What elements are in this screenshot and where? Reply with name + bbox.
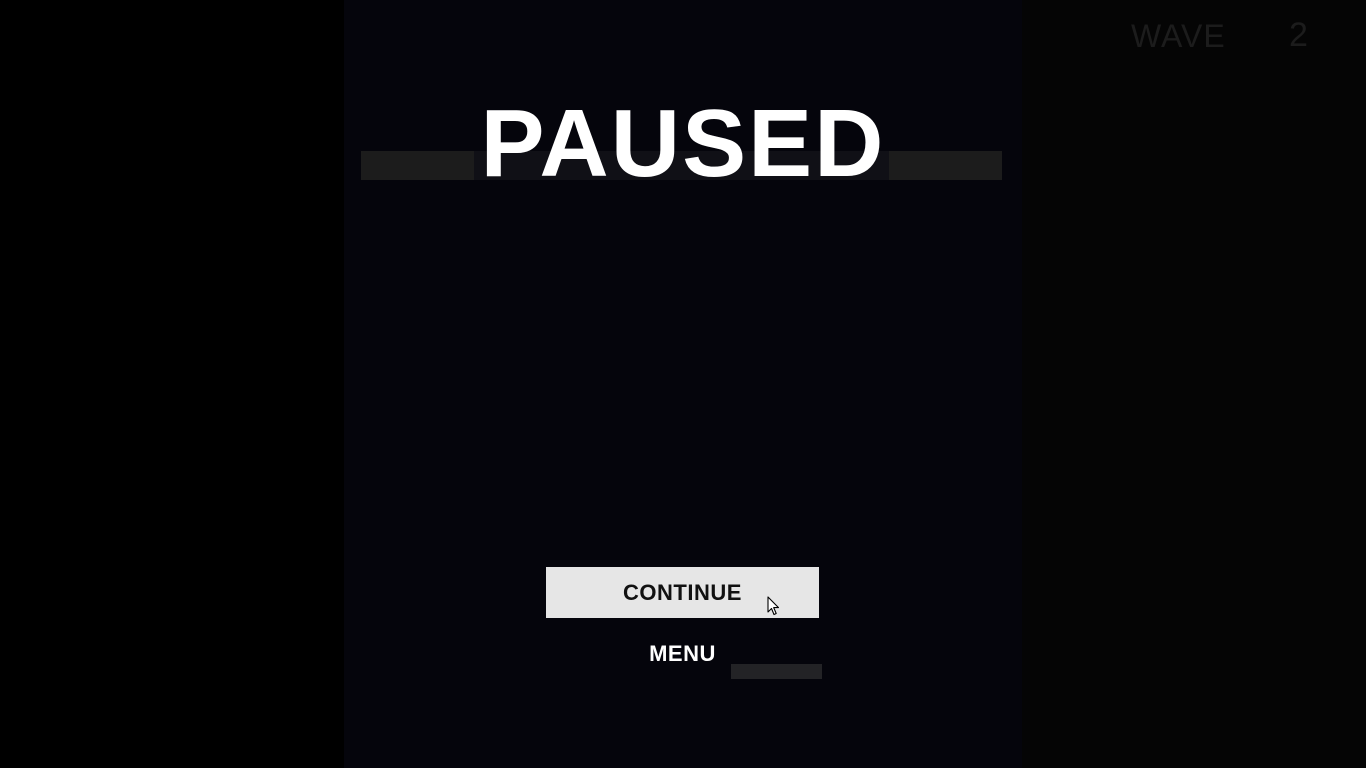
mouse-pointer-icon — [767, 596, 780, 616]
left-border — [0, 0, 344, 768]
menu-button[interactable]: MENU — [546, 634, 819, 674]
wave-counter: WAVE 2 — [1120, 14, 1320, 58]
paused-title: PAUSED — [480, 90, 886, 197]
wave-value: 2 — [1289, 16, 1308, 54]
game-screen: WAVE 2 PAUSED CONTINUE MENU — [0, 0, 1366, 768]
right-border — [1022, 0, 1366, 768]
wave-label: WAVE — [1131, 18, 1226, 54]
